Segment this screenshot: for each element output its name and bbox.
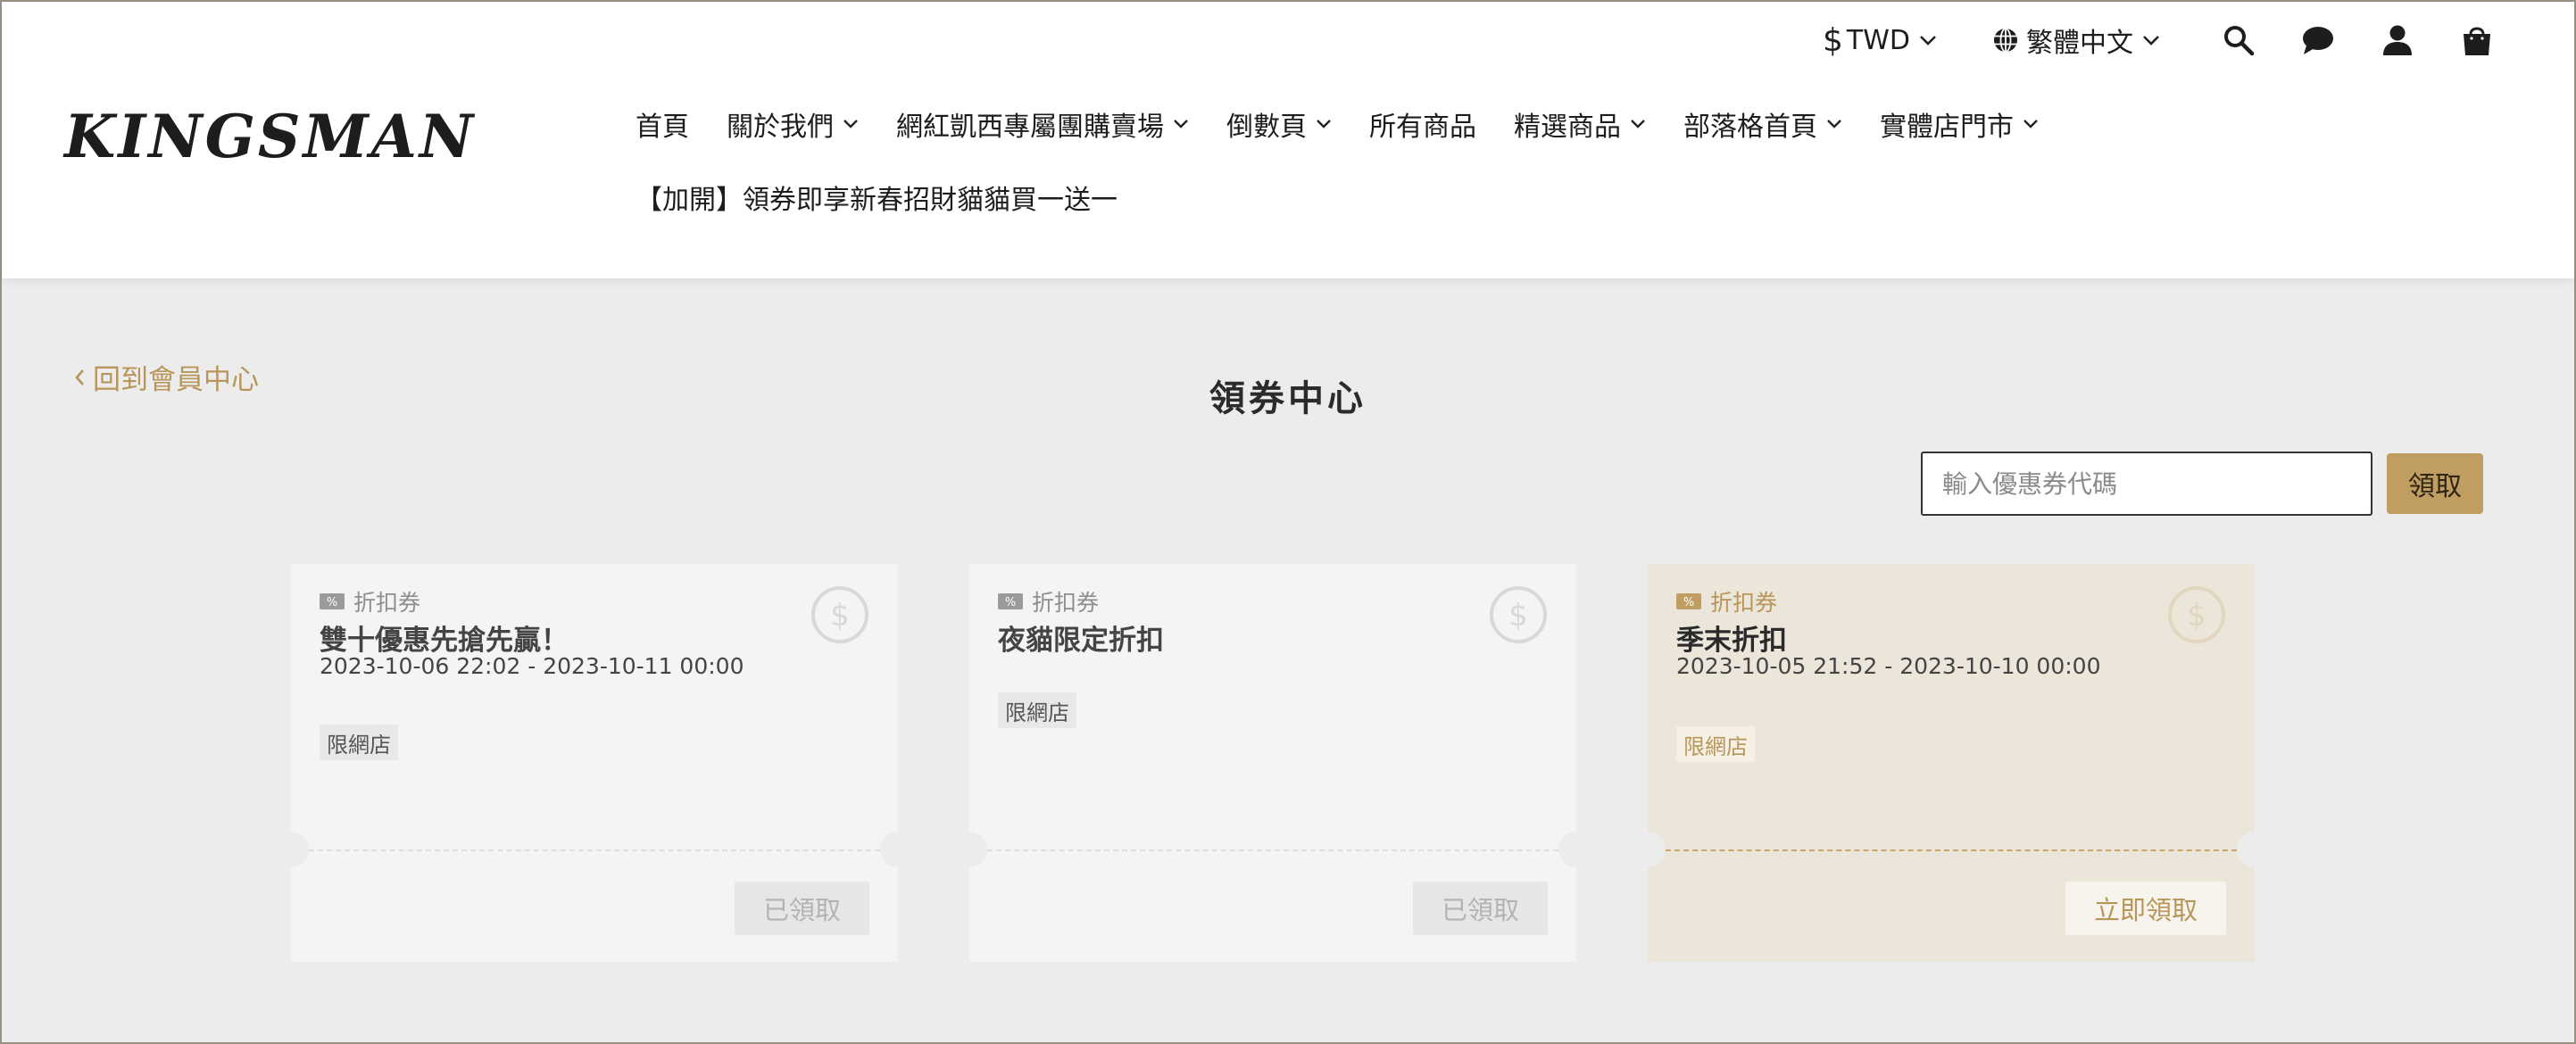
discount-tag-icon: % xyxy=(1676,593,1701,609)
chat-button[interactable] xyxy=(2301,24,2335,56)
nav-label: 網紅凱西專屬團購賣場 xyxy=(896,112,1164,143)
chevron-down-icon xyxy=(1920,36,1936,46)
nav-label: 部落格首頁 xyxy=(1683,112,1817,143)
site-header: KINGSMAN $ TWD 繁體中文 首頁 關於我們 網紅凱西專屬團購賣場 倒… xyxy=(2,2,2574,278)
svg-text:$: $ xyxy=(2187,598,2206,634)
account-button[interactable] xyxy=(2381,24,2414,56)
language-selector[interactable]: 繁體中文 xyxy=(1992,21,2160,60)
coupon-title: 夜貓限定折扣 xyxy=(998,625,1164,657)
coupon-code-input[interactable] xyxy=(1921,452,2372,516)
nav-label: 實體店門市 xyxy=(1880,112,2014,143)
coupon-perforation xyxy=(1666,849,2237,851)
currency-label: TWD xyxy=(1846,24,1910,56)
user-icon xyxy=(2383,25,2412,55)
language-label: 繁體中文 xyxy=(2026,28,2133,59)
coupon-perforation xyxy=(987,849,1558,851)
coupon-channel-badge: 限網店 xyxy=(1676,726,1755,762)
nav-item-about[interactable]: 關於我們 xyxy=(727,104,859,144)
brand-logo[interactable]: KINGSMAN xyxy=(64,102,476,171)
search-button[interactable] xyxy=(2223,24,2255,56)
main-navigation: 首頁 關於我們 網紅凱西專屬團購賣場 倒數頁 所有商品 精選商品 部落格首頁 實… xyxy=(636,98,2076,150)
dollar-icon: $ xyxy=(2168,586,2225,643)
coupon-type: % 折扣券 xyxy=(320,585,420,617)
svg-text:$: $ xyxy=(1508,598,1528,634)
coupon-card: % 折扣券 雙十優惠先搶先贏！ 2023-10-06 22:02 - 2023-… xyxy=(273,564,916,962)
chevron-down-icon xyxy=(1174,120,1188,128)
nav-label: 倒數頁 xyxy=(1226,112,1307,143)
coupon-card: % 折扣券 夜貓限定折扣 限網店 $ 已領取 xyxy=(951,564,1594,962)
chevron-down-icon xyxy=(1631,120,1645,128)
coupon-period: 2023-10-05 21:52 - 2023-10-10 00:00 xyxy=(1676,653,2101,679)
nav-label: 【加開】領券即享新春招財貓貓買一送一 xyxy=(636,185,1118,216)
discount-tag-icon: % xyxy=(998,593,1023,609)
search-icon xyxy=(2224,26,2255,56)
coupon-type-label: 折扣券 xyxy=(1032,590,1100,616)
coupon-title: 季末折扣 xyxy=(1676,625,1787,657)
discount-tag-icon: % xyxy=(320,593,345,609)
coupon-perforation xyxy=(309,849,880,851)
coupon-title: 雙十優惠先搶先贏！ xyxy=(320,625,569,657)
globe-icon xyxy=(1994,28,2017,53)
nav-item-stores[interactable]: 實體店門市 xyxy=(1880,104,2039,144)
coupon-notch xyxy=(273,832,309,867)
chat-icon xyxy=(2303,27,2333,54)
nav-item-blog[interactable]: 部落格首頁 xyxy=(1683,104,1842,144)
coupon-type-label: 折扣券 xyxy=(353,590,421,616)
svg-text:$: $ xyxy=(830,598,850,634)
nav-label: 關於我們 xyxy=(727,112,834,143)
redeem-code-button[interactable]: 領取 xyxy=(2387,453,2483,514)
chevron-down-icon xyxy=(2023,120,2038,128)
cart-icon xyxy=(2464,27,2490,55)
cart-button[interactable] xyxy=(2460,23,2494,57)
coupon-notch xyxy=(1558,832,1594,867)
coupon-type: % 折扣券 xyxy=(998,585,1099,617)
utility-bar: $ TWD 繁體中文 xyxy=(1823,18,2494,62)
chevron-down-icon xyxy=(843,120,858,128)
nav-item-home[interactable]: 首頁 xyxy=(636,104,689,144)
dollar-icon: $ xyxy=(1490,586,1547,643)
svg-text:%: % xyxy=(1005,596,1016,609)
page-title: 領券中心 xyxy=(1209,378,1367,419)
coupon-period: 2023-10-06 22:02 - 2023-10-11 00:00 xyxy=(320,653,744,679)
nav-label: 所有商品 xyxy=(1369,112,1476,143)
coupon-notch xyxy=(1630,832,1666,867)
nav-item-group-buy[interactable]: 網紅凱西專屬團購賣場 xyxy=(896,104,1189,144)
nav-item-promo[interactable]: 【加開】領券即享新春招財貓貓買一送一 xyxy=(636,178,1118,217)
chevron-down-icon xyxy=(1827,120,1841,128)
chevron-down-icon xyxy=(2143,36,2159,46)
coupon-notch xyxy=(951,832,987,867)
chevron-down-icon xyxy=(1317,120,1331,128)
svg-text:%: % xyxy=(1683,596,1694,609)
coupon-channel-badge: 限網店 xyxy=(320,725,398,760)
claim-now-button[interactable]: 立即領取 xyxy=(2065,882,2226,935)
nav-item-countdown[interactable]: 倒數頁 xyxy=(1226,104,1332,144)
nav-item-all-products[interactable]: 所有商品 xyxy=(1369,104,1476,144)
currency-selector[interactable]: $ TWD xyxy=(1823,22,1937,59)
coupon-channel-badge: 限網店 xyxy=(998,692,1076,728)
coupon-notch xyxy=(880,832,916,867)
claimed-button: 已領取 xyxy=(734,882,869,935)
nav-label: 精選商品 xyxy=(1514,112,1621,143)
coupon-type: % 折扣券 xyxy=(1676,585,1777,617)
svg-text:%: % xyxy=(327,596,337,609)
coupon-card: % 折扣券 季末折扣 2023-10-05 21:52 - 2023-10-10… xyxy=(1630,564,2273,962)
coupon-notch xyxy=(2237,832,2273,867)
nav-label: 首頁 xyxy=(636,112,689,143)
dollar-icon: $ xyxy=(811,586,868,643)
coupon-type-label: 折扣券 xyxy=(1710,590,1778,616)
currency-symbol: $ xyxy=(1823,21,1843,59)
claimed-button: 已領取 xyxy=(1412,882,1548,935)
nav-item-featured[interactable]: 精選商品 xyxy=(1514,104,1646,144)
nav-row-secondary: 【加開】領券即享新春招財貓貓買一送一 xyxy=(636,171,1155,223)
